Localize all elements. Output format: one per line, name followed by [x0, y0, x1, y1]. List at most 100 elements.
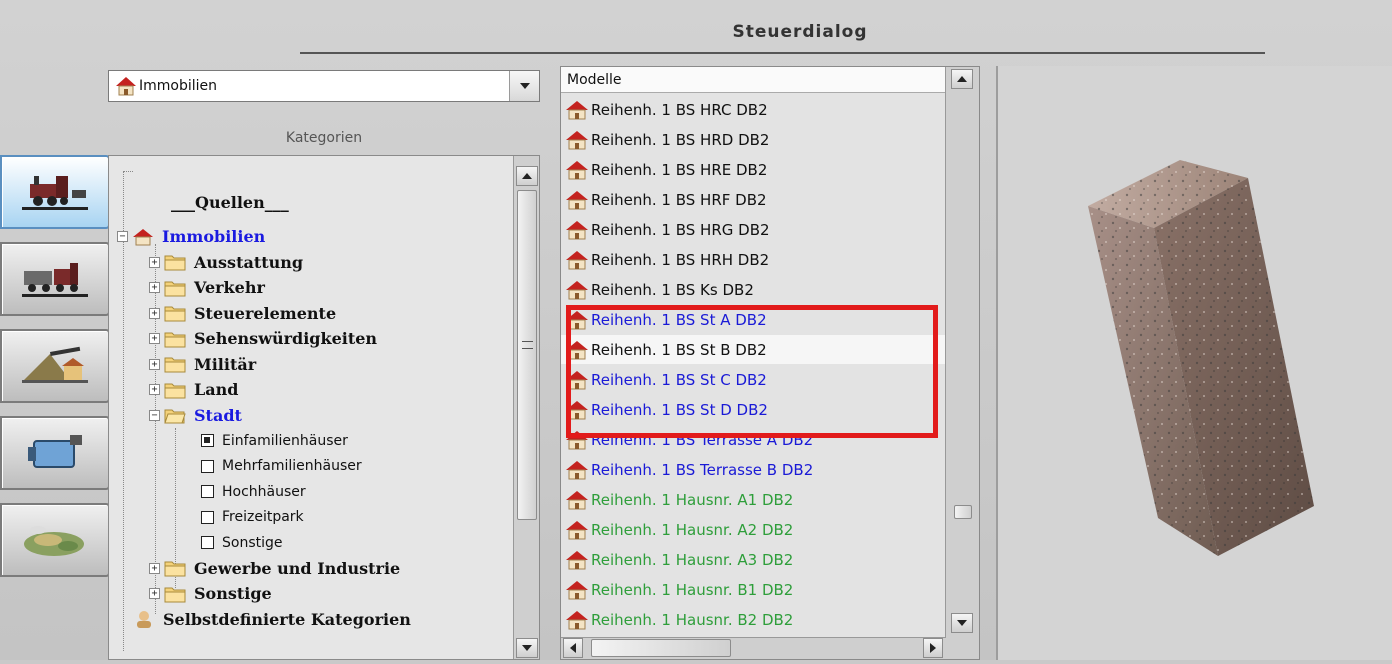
camera-icon [28, 435, 82, 468]
tree-item-label: Verkehr [194, 278, 265, 297]
house-icon [566, 280, 588, 299]
model-label: Reihenh. 1 BS HRD DB2 [591, 130, 770, 149]
category-checkbox[interactable] [201, 485, 214, 498]
folder-icon [164, 306, 186, 322]
tree-scroll-thumb[interactable] [517, 190, 537, 520]
expand-icon[interactable]: + [149, 358, 160, 370]
category-checkbox[interactable] [201, 459, 214, 473]
tree-item-label: Einfamilienhäuser [222, 432, 348, 449]
collapse-icon[interactable]: − [117, 231, 128, 242]
tree-item[interactable]: Einfamilienhäuser [201, 428, 348, 454]
model-label: Reihenh. 1 Hausnr. A3 DB2 [591, 550, 794, 569]
tree-item[interactable]: + Ausstattung [149, 249, 303, 275]
tree-item[interactable]: Sonstige [201, 530, 283, 556]
model-list-item[interactable]: Reihenh. 1 BS St C DB2 [561, 365, 946, 394]
expand-icon[interactable]: + [149, 562, 160, 574]
model-list-item[interactable]: Reihenh. 1 BS St D DB2 [561, 395, 946, 424]
tree-item[interactable]: Mehrfamilienhäuser [201, 453, 362, 479]
rail-vehicles-tool-button[interactable] [0, 242, 110, 316]
chevron-down-icon[interactable] [509, 71, 539, 101]
terrain-icon [24, 526, 84, 556]
collapse-icon[interactable]: − [149, 409, 160, 421]
tree-item[interactable]: + Sonstige [149, 581, 272, 607]
model-list-item[interactable]: Reihenh. 1 Hausnr. B1 DB2 [561, 575, 946, 604]
model-label: Reihenh. 1 BS St B DB2 [591, 340, 767, 359]
models-vertical-scrollbar[interactable] [945, 67, 979, 659]
model-list-item[interactable]: Reihenh. 1 BS HRD DB2 [561, 125, 946, 154]
expand-icon[interactable]: + [149, 384, 160, 395]
tree-item[interactable]: − Immobilien [117, 224, 265, 250]
models-list[interactable]: Modelle Reihenh. 1 BS HRC DB2 Reihenh. 1 … [560, 66, 980, 660]
model-list-item[interactable]: Reihenh. 1 BS HRG DB2 [561, 215, 946, 244]
folder-icon [164, 409, 186, 424]
landscape-tool-button[interactable] [0, 329, 110, 403]
model-list-item[interactable]: Reihenh. 1 Hausnr. B2 DB2 [561, 605, 946, 634]
folder-icon [164, 383, 186, 398]
expand-icon[interactable]: + [149, 256, 160, 268]
tree-item[interactable]: + Land [149, 377, 238, 403]
tree-item[interactable]: + Sehenswürdigkeiten [149, 326, 377, 352]
model-list-item[interactable]: Reihenh. 1 BS HRC DB2 [561, 95, 946, 124]
landscape-icon [22, 346, 88, 383]
category-tree[interactable]: ___Quellen___ − Immobilien + Ausstattung + Ver… [108, 155, 540, 660]
tree-item[interactable]: Selbstdefinierte Kategorien [133, 606, 411, 632]
scroll-up-icon[interactable] [516, 166, 538, 186]
expand-icon[interactable]: + [149, 588, 160, 599]
models-header: Modelle [561, 67, 946, 93]
expand-icon[interactable]: + [149, 307, 160, 319]
model-label: Reihenh. 1 Hausnr. A1 DB2 [591, 490, 794, 509]
terrain-tool-button[interactable] [0, 503, 110, 577]
models-horizontal-scrollbar[interactable] [561, 637, 946, 659]
tree-item[interactable]: − Stadt [149, 402, 242, 428]
category-checkbox[interactable] [201, 510, 214, 524]
models-hscroll-thumb[interactable] [591, 639, 731, 657]
tree-item-label: Mehrfamilienhäuser [222, 458, 362, 474]
model-list-item[interactable]: Reihenh. 1 BS St B DB2 [561, 335, 946, 364]
scroll-down-icon[interactable] [516, 638, 538, 658]
model-list-item[interactable]: Reihenh. 1 BS Ks DB2 [561, 275, 946, 304]
model-label: Reihenh. 1 Hausnr. B2 DB2 [591, 610, 794, 629]
tree-item[interactable]: ___Quellen___ [171, 189, 289, 215]
category-checkbox[interactable] [201, 536, 214, 549]
category-checkbox[interactable] [201, 434, 214, 447]
model-list-item[interactable]: Reihenh. 1 BS HRF DB2 [561, 185, 946, 214]
house-icon [566, 490, 588, 509]
tree-item[interactable]: + Militär [149, 351, 256, 377]
expand-icon[interactable]: + [149, 333, 160, 344]
folder-icon [164, 357, 186, 373]
tree-item[interactable]: + Gewerbe und Industrie [149, 555, 400, 581]
tree-item-label: Sonstige [194, 584, 272, 603]
model-list-item[interactable]: Reihenh. 1 BS HRE DB2 [561, 155, 946, 184]
model-list-item[interactable]: Reihenh. 1 BS St A DB2 [561, 305, 946, 334]
tree-item-label: Freizeitpark [222, 509, 304, 525]
tree-item[interactable]: + Steuerelemente [149, 300, 336, 326]
model-list-item[interactable]: Reihenh. 1 Hausnr. A2 DB2 [561, 515, 946, 544]
tree-item-label: Land [194, 380, 239, 399]
scroll-down-icon[interactable] [951, 613, 973, 633]
category-source-dropdown[interactable]: Immobilien [108, 70, 540, 102]
folder-icon [164, 587, 186, 602]
house-icon [566, 460, 588, 479]
scroll-up-icon[interactable] [951, 69, 973, 89]
railway-tool-button[interactable] [0, 155, 110, 229]
tree-item[interactable]: Freizeitpark [201, 504, 304, 530]
scroll-right-icon[interactable] [923, 638, 943, 658]
tree-item[interactable]: + Verkehr [149, 275, 265, 301]
models-scroll-thumb[interactable] [954, 505, 972, 519]
model-list-item[interactable]: Reihenh. 1 BS HRH DB2 [561, 245, 946, 274]
tree-item-label: Gewerbe und Industrie [194, 558, 401, 578]
house-icon [133, 228, 153, 245]
model-list-item[interactable]: Reihenh. 1 Hausnr. A3 DB2 [561, 545, 946, 574]
model-list-item[interactable]: Reihenh. 1 BS Terrasse A DB2 [561, 425, 946, 454]
tree-item[interactable]: Hochhäuser [201, 479, 306, 505]
model-label: Reihenh. 1 BS St D DB2 [591, 400, 768, 419]
tree-vertical-scrollbar[interactable] [513, 156, 539, 659]
model-label: Reihenh. 1 Hausnr. B1 DB2 [591, 580, 794, 599]
camera-tool-button[interactable] [0, 416, 110, 490]
model-list-item[interactable]: Reihenh. 1 Hausnr. A1 DB2 [561, 485, 946, 514]
house-icon [566, 250, 588, 269]
expand-icon[interactable]: + [149, 282, 160, 293]
scroll-left-icon[interactable] [563, 638, 583, 658]
model-list-item[interactable]: Reihenh. 1 BS Terrasse B DB2 [561, 455, 946, 484]
control-dialog: Steuerdialog Immobilien Kategorien ___Qu… [0, 0, 1392, 660]
